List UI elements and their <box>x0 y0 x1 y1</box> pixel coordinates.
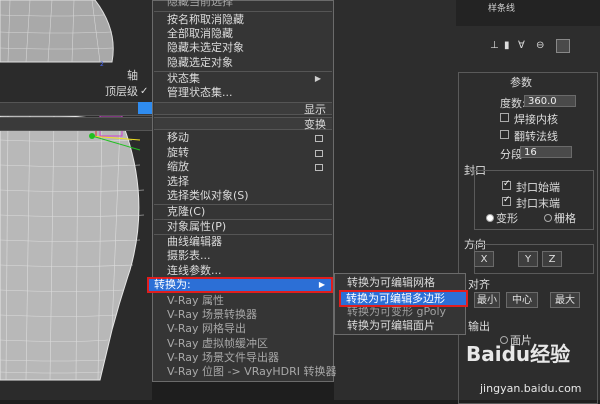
params-title: 参数 <box>510 76 532 89</box>
top-level-check-icon: ✓ <box>140 86 149 97</box>
configure-modifier-sets-icon[interactable] <box>556 39 570 53</box>
menu-item-wire-parameters[interactable]: 连线参数... <box>167 264 327 278</box>
morph-radio[interactable] <box>486 214 494 222</box>
menu-item-vray-scene-converter[interactable]: V-Ray 场景转换器 <box>167 308 327 322</box>
svg-text:2: 2 <box>100 61 104 68</box>
menu-item-curve-editor[interactable]: 曲线编辑器 <box>167 235 327 249</box>
submenu-arrow-icon: ▶ <box>318 280 325 289</box>
quad-header-display: 显示 <box>154 102 332 116</box>
context-menu: 隐藏当前选择 按名称取消隐藏 全部取消隐藏 隐藏未选定对象 隐藏选定对象 状态集… <box>152 0 336 382</box>
menu-item-move[interactable]: 移动 <box>167 131 327 145</box>
align-min-button[interactable]: 最小 <box>474 292 500 308</box>
output-title: 输出 <box>468 320 490 333</box>
submenu-item-editable-poly[interactable]: 转换为可编辑多边形 <box>339 290 468 307</box>
align-max-button[interactable]: 最大 <box>550 292 580 308</box>
object-name: 样条线 <box>488 4 516 14</box>
axis-x-button[interactable]: X <box>474 251 494 267</box>
menu-item-vray-vfb[interactable]: V-Ray 虚拟帧缓冲区 <box>167 337 327 351</box>
menu-item-vray-properties[interactable]: V-Ray 属性 <box>167 294 327 308</box>
menu-separator <box>154 11 332 12</box>
settings-box-icon[interactable] <box>315 164 323 171</box>
align-center-button[interactable]: 中心 <box>506 292 538 308</box>
settings-box-icon[interactable] <box>315 150 323 157</box>
grid-label: 栅格 <box>554 212 576 225</box>
stack-toolbar: ⊥ ▮ ∀ ⊖ <box>490 39 600 54</box>
menu-item-scale[interactable]: 缩放 <box>167 160 327 174</box>
watermark-logo: Baidu经验 <box>466 342 571 366</box>
menu-item-rotate[interactable]: 旋转 <box>167 146 327 160</box>
menu-item-hide-current[interactable]: 隐藏当前选择 <box>167 0 327 9</box>
degrees-input[interactable]: 360.0 <box>524 95 576 107</box>
menu-item-hide-unselected[interactable]: 隐藏未选定对象 <box>167 41 327 55</box>
menu-item-vray-scene-exporter[interactable]: V-Ray 场景文件导出器 <box>167 351 327 365</box>
remove-modifier-icon[interactable]: ⊖ <box>536 40 544 51</box>
submenu-item-deformable-gpoly[interactable]: 转换为可变形 gPoly <box>347 305 446 319</box>
menu-item-hide-selected[interactable]: 隐藏选定对象 <box>167 56 327 70</box>
menu-item-manage-state-sets[interactable]: 管理状态集... <box>167 86 327 100</box>
segments-input[interactable]: 16 <box>520 146 572 158</box>
submenu-item-editable-patch[interactable]: 转换为可编辑面片 <box>347 319 435 333</box>
editable-poly-label: 转换为可编辑多边形 <box>346 292 445 305</box>
menu-item-convert-to[interactable]: 转换为: ▶ <box>147 277 333 293</box>
settings-box-icon[interactable] <box>315 135 323 142</box>
pin-stack-icon[interactable]: ⊥ <box>490 40 499 51</box>
quad-header-transform: 变换 <box>154 117 332 131</box>
modifier-stack[interactable]: 样条线 <box>456 0 600 26</box>
quad-item-top-level[interactable]: 顶层级 <box>0 85 152 99</box>
menu-item-unhide-by-name[interactable]: 按名称取消隐藏 <box>167 13 327 27</box>
quad-selector-icon[interactable] <box>138 102 152 114</box>
cap-end-checkbox[interactable] <box>502 195 511 206</box>
menu-item-unhide-all[interactable]: 全部取消隐藏 <box>167 27 327 41</box>
weld-core-label: 焊接内核 <box>514 113 558 126</box>
quad-bar-transform-left <box>0 117 152 131</box>
cap-start-label: 封口始端 <box>516 181 560 194</box>
quad-item-axis[interactable]: 轴 <box>0 69 152 83</box>
viewport[interactable]: 2 轴 顶层级 ✓ <box>0 0 152 400</box>
menu-item-select[interactable]: 选择 <box>167 175 327 189</box>
menu-item-clone[interactable]: 克隆(C) <box>167 205 327 219</box>
menu-item-state-sets[interactable]: 状态集 ▶ <box>167 72 327 86</box>
axis-y-button[interactable]: Y <box>518 251 538 267</box>
flip-normals-checkbox[interactable] <box>500 130 509 139</box>
menu-item-object-properties[interactable]: 对象属性(P) <box>167 220 327 234</box>
degrees-label: 度数: <box>500 97 526 110</box>
cap-end-label: 封口末端 <box>516 197 560 210</box>
cap-start-checkbox[interactable] <box>502 179 511 190</box>
vase-wireframe: 2 <box>0 0 152 400</box>
align-title: 对齐 <box>468 278 490 291</box>
menu-item-select-similar[interactable]: 选择类似对象(S) <box>167 189 327 203</box>
submenu-item-editable-mesh[interactable]: 转换为可编辑网格 <box>347 276 435 290</box>
quad-bar-display-left <box>0 102 152 116</box>
axis-z-button[interactable]: Z <box>542 251 562 267</box>
weld-core-checkbox[interactable] <box>500 113 509 122</box>
menu-item-dope-sheet[interactable]: 摄影表... <box>167 249 327 263</box>
watermark-url: jingyan.baidu.com <box>480 382 582 395</box>
show-end-result-icon[interactable]: ▮ <box>504 40 510 51</box>
menu-item-vray-bitmap-converter[interactable]: V-Ray 位图 -> VRayHDRI 转换器 <box>167 365 336 379</box>
convert-to-label: 转换为: <box>154 278 191 291</box>
grid-radio[interactable] <box>544 214 552 222</box>
submenu-arrow-icon: ▶ <box>314 74 321 83</box>
menu-item-vray-mesh-export[interactable]: V-Ray 网格导出 <box>167 322 327 336</box>
flip-normals-label: 翻转法线 <box>514 130 558 143</box>
morph-label: 变形 <box>496 212 518 225</box>
make-unique-icon[interactable]: ∀ <box>518 40 525 51</box>
